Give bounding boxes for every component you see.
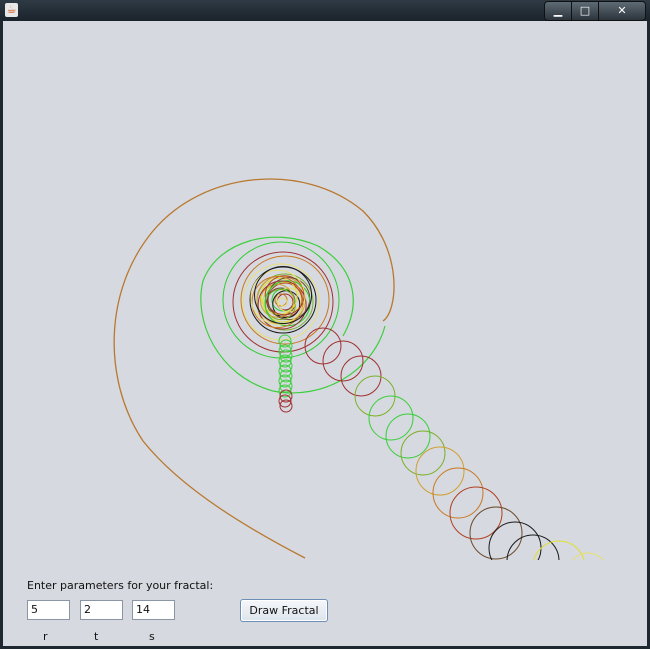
- title-bar: ☕ ▁ □ ✕: [0, 0, 650, 21]
- r-input[interactable]: [27, 600, 70, 620]
- window-controls: ▁ □ ✕: [544, 1, 646, 21]
- fractal-ring: [278, 297, 288, 307]
- fractal-chain-ring: [368, 395, 414, 441]
- maximize-button[interactable]: □: [572, 2, 599, 20]
- r-label: r: [43, 630, 48, 643]
- fractal-chain-ring: [432, 467, 484, 519]
- fractal-chain-ring: [415, 446, 465, 496]
- fractal-spiral-outer: [113, 178, 395, 559]
- java-app-icon: ☕: [5, 3, 18, 17]
- s-input[interactable]: [132, 600, 175, 620]
- s-label: s: [149, 630, 155, 643]
- draw-fractal-button[interactable]: Draw Fractal: [240, 599, 328, 622]
- close-button[interactable]: ✕: [599, 2, 645, 20]
- fractal-chain-ring: [322, 340, 364, 382]
- fractal-chain-ring: [572, 552, 604, 560]
- prompt-label: Enter parameters for your fractal:: [27, 579, 214, 592]
- fractal-chain-ring: [506, 534, 560, 560]
- t-label: t: [94, 630, 99, 643]
- fractal-chain-ring: [449, 486, 503, 540]
- fractal-chain-ring: [488, 521, 542, 560]
- fractal-canvas: [113, 178, 604, 560]
- t-input[interactable]: [80, 600, 123, 620]
- fractal-chain-ring: [400, 430, 446, 476]
- fractal-ring: [222, 241, 340, 359]
- fractal-chain-ring: [469, 506, 523, 560]
- fractal-chain-ring: [385, 413, 431, 459]
- minimize-button[interactable]: ▁: [545, 2, 572, 20]
